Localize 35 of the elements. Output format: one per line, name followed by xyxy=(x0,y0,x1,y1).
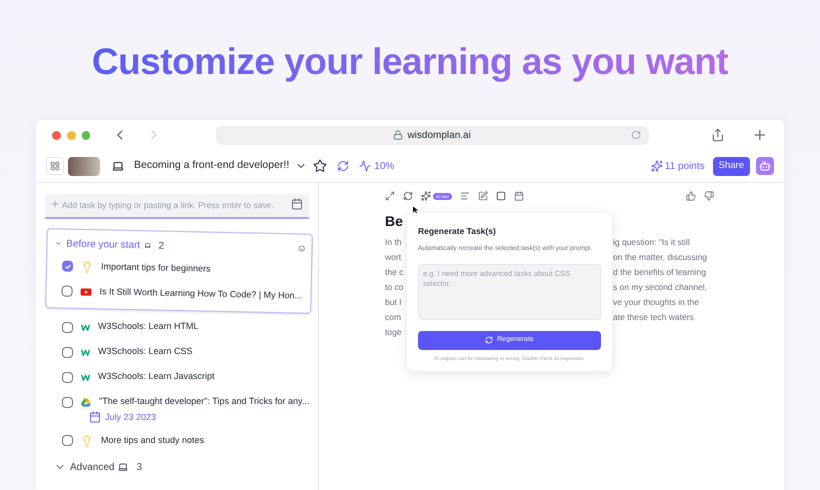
task-title[interactable]: Important tips for beginners xyxy=(100,260,211,276)
group-count: 2 xyxy=(158,238,164,253)
group-title[interactable]: Advanced xyxy=(70,460,114,474)
task-date: July 23 2023 xyxy=(105,410,156,424)
article-text: toge xyxy=(385,326,403,339)
progress-text: 10% xyxy=(374,160,394,174)
points-text[interactable]: 11 points xyxy=(664,158,705,174)
group-count: 3 xyxy=(136,460,142,474)
group-title[interactable]: Before your start xyxy=(66,236,140,252)
task-title[interactable]: W3Schools: Learn HTML xyxy=(98,320,199,334)
article-text: s on my second channel, xyxy=(613,281,708,294)
article-text: ve your thoughts in the xyxy=(613,296,700,309)
popup-title: Regenerate Task(s) xyxy=(418,225,497,238)
task-title[interactable]: "The self-taught developer": Tips and Tricks for any... xyxy=(99,395,310,409)
article-text: ate these tech waters xyxy=(613,311,695,324)
article-text: but I xyxy=(385,296,403,309)
article-text: ig question: "Is it still xyxy=(613,236,691,249)
article-text: wort xyxy=(385,251,402,264)
share-button[interactable]: Share xyxy=(712,156,750,176)
task-title[interactable]: More tips and study notes xyxy=(101,434,204,448)
task-title[interactable]: Is It Still Worth Learning How To Code? | My Hon... xyxy=(99,284,302,302)
article-text: the c xyxy=(385,266,404,279)
add-task-field[interactable]: Add task by typing or pasting a link. Press enter to save. xyxy=(45,194,309,218)
dragged-group-card[interactable]: Before your start 2 Important tips for beginners Is It Still Worth Learning How To Code? | My Hon... xyxy=(45,228,313,314)
article-text: to co xyxy=(385,281,404,294)
plan-title[interactable]: Becoming a front-end developer!! xyxy=(134,158,290,174)
task-title[interactable]: W3Schools: Learn Javascript xyxy=(98,370,215,384)
article-text: In th xyxy=(385,236,403,249)
article-text: on the matter, discussing xyxy=(613,251,708,264)
article-text: com xyxy=(385,311,402,324)
article-text: d the benefits of learning xyxy=(613,266,708,279)
article-title: Be xyxy=(385,212,404,231)
task-title[interactable]: W3Schools: Learn CSS xyxy=(98,345,193,359)
address-bar[interactable]: wisdomplan.ai xyxy=(216,126,649,144)
url-text: wisdomplan.ai xyxy=(407,128,471,142)
